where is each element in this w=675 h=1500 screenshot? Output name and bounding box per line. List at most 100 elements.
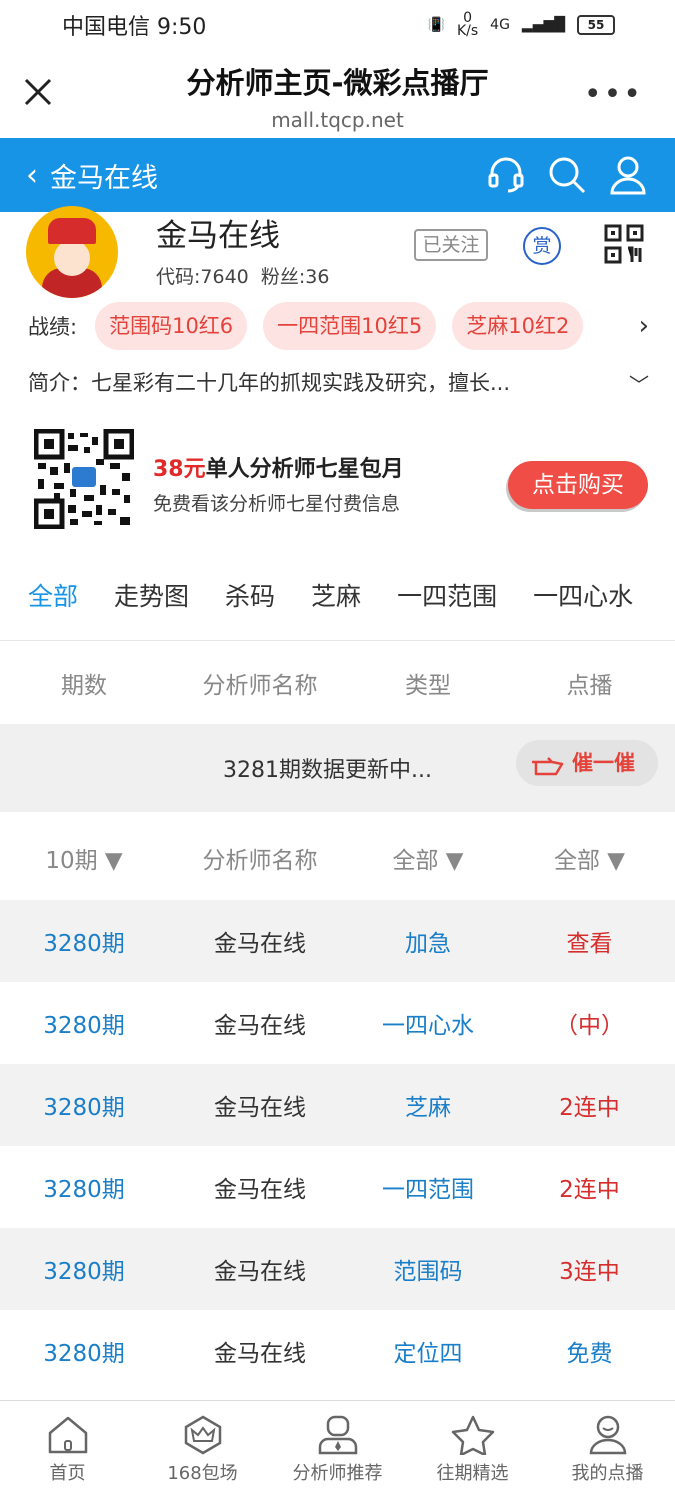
- follow-button[interactable]: 已关注: [414, 229, 488, 261]
- battery-icon: 55: [577, 15, 615, 35]
- header-action: 点播: [566, 672, 613, 699]
- record-chip[interactable]: 范围码10红6: [95, 302, 248, 350]
- signal-icon: ▂▄▆█: [521, 17, 565, 33]
- row-analyst: 金马在线: [214, 1341, 306, 1367]
- row-type: 一四心水: [382, 1013, 474, 1039]
- period-filter[interactable]: 10期 ▼: [0, 841, 168, 875]
- nav-mine[interactable]: 我的点播: [540, 1401, 675, 1500]
- row-type: 芝麻: [405, 1095, 451, 1121]
- headset-icon[interactable]: [487, 155, 525, 193]
- update-message: 3281期数据更新中...: [223, 758, 432, 783]
- table-row[interactable]: 3280期 金马在线 芝麻 2连中: [0, 1064, 675, 1146]
- promo-title: 38元单人分析师七星包月: [153, 457, 404, 482]
- row-period: 3280期: [43, 1095, 125, 1121]
- results-table: 3280期 金马在线 加急 查看 3280期 金马在线 一四心水 （中） 328…: [0, 900, 675, 1392]
- tab-all[interactable]: 全部: [28, 577, 78, 613]
- subscription-promo: 38元单人分析师七星包月 免费看该分析师七星付费信息 点击购买: [0, 409, 675, 549]
- analyst-filter-label: 分析师名称: [202, 848, 318, 874]
- bottom-nav: 首页 168包场 分析师推荐 往期精选 我的点播: [0, 1400, 675, 1500]
- nav-home[interactable]: 首页: [0, 1401, 135, 1500]
- analyst-stats: 代码:7640 粉丝:36: [156, 266, 330, 288]
- row-period: 3280期: [43, 1013, 125, 1039]
- net-speed: 0 K/s: [456, 10, 479, 39]
- header-title[interactable]: 金马在线: [50, 156, 158, 195]
- record-bar: 战绩: 范围码10红6 一四范围10红5 芝麻10红2 ›: [0, 297, 675, 355]
- back-icon[interactable]: ‹: [26, 158, 38, 193]
- nav-analyst[interactable]: 分析师推荐: [270, 1401, 405, 1500]
- filter-row: 10期 ▼ 分析师名称 全部 ▼ 全部 ▼: [0, 816, 675, 900]
- user-icon[interactable]: [609, 155, 647, 195]
- table-row[interactable]: 3280期 金马在线 加急 查看: [0, 900, 675, 982]
- type-filter[interactable]: 全部 ▼: [352, 841, 504, 875]
- app-header: ‹ 金马在线: [0, 138, 675, 212]
- intro-text: 简介：七星彩有二十几年的抓规实践及研究，擅长...: [28, 371, 511, 395]
- pointing-hand-icon: [532, 757, 564, 776]
- row-action[interactable]: （中）: [504, 1006, 675, 1040]
- record-chip[interactable]: 芝麻10红2: [452, 302, 584, 350]
- analyst-icon: [318, 1415, 357, 1455]
- more-icon[interactable]: •••: [584, 80, 643, 110]
- home-icon: [48, 1416, 87, 1454]
- tab-heart[interactable]: 一四心水: [533, 577, 633, 613]
- chevron-right-icon[interactable]: ›: [639, 311, 649, 341]
- row-type: 定位四: [393, 1341, 463, 1367]
- row-action[interactable]: 2连中: [504, 1170, 675, 1204]
- row-period: 3280期: [43, 1259, 125, 1285]
- row-analyst: 金马在线: [214, 1259, 306, 1285]
- record-chip[interactable]: 一四范围10红5: [263, 302, 437, 350]
- analyst-intro: 简介：七星彩有二十几年的抓规实践及研究，擅长... ﹀: [0, 355, 675, 409]
- row-action[interactable]: 2连中: [504, 1088, 675, 1122]
- analyst-profile: 金马在线 代码:7640 粉丝:36 已关注 赏: [0, 206, 675, 298]
- nav-past[interactable]: 往期精选: [405, 1401, 540, 1500]
- reward-button[interactable]: 赏: [523, 227, 561, 265]
- row-analyst: 金马在线: [214, 1013, 306, 1039]
- row-type: 范围码: [393, 1259, 463, 1285]
- analyst-name: 金马在线: [156, 218, 280, 254]
- star-icon: [451, 1415, 494, 1455]
- avatar: [26, 206, 118, 298]
- browser-titlebar: 分析师主页-微彩点播厅 mall.tqcp.net •••: [0, 50, 675, 138]
- row-analyst: 金马在线: [214, 931, 306, 957]
- category-tabs: 全部 走势图 杀码 芝麻 一四范围 一四心水: [0, 549, 675, 641]
- chevron-down-icon[interactable]: ﹀: [629, 369, 649, 398]
- carrier-time: 中国电信 9:50: [62, 15, 207, 40]
- buy-button[interactable]: 点击购买: [508, 461, 648, 509]
- row-action[interactable]: 查看: [504, 924, 675, 958]
- row-type: 一四范围: [382, 1177, 474, 1203]
- row-analyst: 金马在线: [214, 1177, 306, 1203]
- profile-icon: [589, 1415, 626, 1455]
- nav-168[interactable]: 168包场: [135, 1401, 270, 1500]
- page-url: mall.tqcp.net: [271, 108, 404, 132]
- header-period: 期数: [61, 672, 107, 699]
- qr-code-icon[interactable]: [604, 224, 644, 264]
- table-row[interactable]: 3280期 金马在线 定位四 免费: [0, 1310, 675, 1392]
- action-filter[interactable]: 全部 ▼: [504, 841, 675, 875]
- table-row[interactable]: 3280期 金马在线 一四心水 （中）: [0, 982, 675, 1064]
- search-icon[interactable]: [547, 155, 587, 195]
- header-type: 类型: [405, 672, 451, 699]
- tab-kill[interactable]: 杀码: [225, 577, 275, 613]
- row-period: 3280期: [43, 1341, 125, 1367]
- row-action[interactable]: 免费: [504, 1334, 675, 1368]
- urge-button[interactable]: 催一催: [516, 740, 658, 786]
- row-type: 加急: [405, 931, 451, 957]
- row-action[interactable]: 3连中: [504, 1252, 675, 1286]
- network-icon: 4G: [490, 17, 510, 33]
- row-analyst: 金马在线: [214, 1095, 306, 1121]
- tab-trend[interactable]: 走势图: [114, 577, 189, 613]
- page-title: 分析师主页-微彩点播厅: [186, 66, 489, 100]
- close-icon[interactable]: [22, 76, 54, 108]
- tab-sesame[interactable]: 芝麻: [311, 577, 361, 613]
- promo-subtitle: 免费看该分析师七星付费信息: [153, 493, 401, 515]
- update-banner: 3281期数据更新中... 催一催: [0, 724, 675, 812]
- crown-icon: [184, 1415, 221, 1455]
- table-header: 期数 分析师名称 类型 点播: [0, 641, 675, 724]
- header-analyst: 分析师名称: [202, 672, 318, 699]
- status-bar: 中国电信 9:50 📳 0 K/s 4G ▂▄▆█ 55: [0, 0, 675, 50]
- table-row[interactable]: 3280期 金马在线 范围码 3连中: [0, 1228, 675, 1310]
- qr-code-image: [34, 429, 134, 529]
- row-period: 3280期: [43, 1177, 125, 1203]
- row-period: 3280期: [43, 931, 125, 957]
- table-row[interactable]: 3280期 金马在线 一四范围 2连中: [0, 1146, 675, 1228]
- tab-range[interactable]: 一四范围: [397, 577, 497, 613]
